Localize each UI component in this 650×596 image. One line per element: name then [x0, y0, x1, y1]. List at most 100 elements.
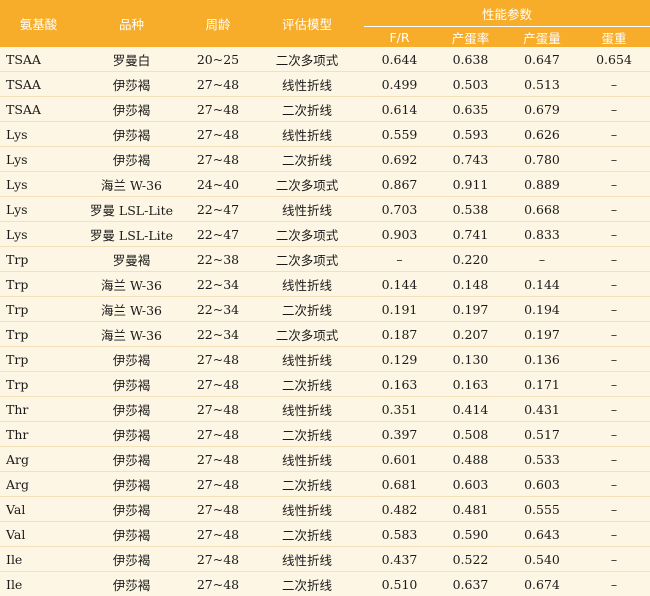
table-row: Trp伊莎褐27~48线性折线0.1290.1300.136–: [0, 347, 650, 372]
cell-amino-acid: Trp: [0, 372, 77, 397]
cell-breed: 伊莎褐: [77, 422, 186, 447]
cell-amino-acid: Lys: [0, 222, 77, 247]
cell-egg-weight: –: [578, 272, 650, 297]
cell-breed: 伊莎褐: [77, 122, 186, 147]
cell-egg-weight: 0.654: [578, 47, 650, 72]
cell-age: 22~47: [186, 222, 250, 247]
header-egg-mass: 产蛋量: [506, 27, 578, 48]
cell-breed: 伊莎褐: [77, 472, 186, 497]
cell-amino-acid: Val: [0, 522, 77, 547]
table-row: Lys伊莎褐27~48线性折线0.5590.5930.626–: [0, 122, 650, 147]
cell-model: 二次折线: [250, 372, 364, 397]
cell-fr: 0.614: [364, 97, 435, 122]
cell-age: 27~48: [186, 97, 250, 122]
cell-egg-mass: 0.171: [506, 372, 578, 397]
cell-egg-rate: 0.130: [435, 347, 506, 372]
header-fr: F/R: [364, 27, 435, 48]
cell-fr: 0.129: [364, 347, 435, 372]
cell-egg-mass: 0.431: [506, 397, 578, 422]
cell-amino-acid: Trp: [0, 272, 77, 297]
cell-amino-acid: Trp: [0, 247, 77, 272]
cell-egg-weight: –: [578, 197, 650, 222]
cell-model: 二次折线: [250, 297, 364, 322]
cell-model: 二次折线: [250, 97, 364, 122]
cell-egg-weight: –: [578, 547, 650, 572]
cell-model: 二次多项式: [250, 247, 364, 272]
table-header: 氨基酸 品种 周龄 评估模型 性能参数 F/R 产蛋率 产蛋量 蛋重: [0, 0, 650, 47]
cell-breed: 伊莎褐: [77, 397, 186, 422]
cell-age: 22~34: [186, 322, 250, 347]
table-row: Lys罗曼 LSL-Lite22~47二次多项式0.9030.7410.833–: [0, 222, 650, 247]
table-row: TSAA罗曼白20~25二次多项式0.6440.6380.6470.654: [0, 47, 650, 72]
cell-fr: 0.397: [364, 422, 435, 447]
cell-age: 27~48: [186, 497, 250, 522]
table-row: Arg伊莎褐27~48二次折线0.6810.6030.603–: [0, 472, 650, 497]
cell-egg-rate: 0.207: [435, 322, 506, 347]
cell-egg-rate: 0.593: [435, 122, 506, 147]
cell-model: 二次多项式: [250, 47, 364, 72]
table-row: Ile伊莎褐27~48二次折线0.5100.6370.674–: [0, 572, 650, 596]
cell-model: 线性折线: [250, 397, 364, 422]
cell-model: 二次折线: [250, 572, 364, 596]
cell-amino-acid: Trp: [0, 322, 77, 347]
cell-breed: 海兰 W-36: [77, 297, 186, 322]
cell-egg-weight: –: [578, 72, 650, 97]
cell-model: 线性折线: [250, 122, 364, 147]
table-row: Lys罗曼 LSL-Lite22~47线性折线0.7030.5380.668–: [0, 197, 650, 222]
cell-model: 线性折线: [250, 272, 364, 297]
cell-fr: 0.681: [364, 472, 435, 497]
cell-age: 22~38: [186, 247, 250, 272]
cell-fr: 0.482: [364, 497, 435, 522]
cell-age: 27~48: [186, 572, 250, 596]
cell-egg-rate: 0.481: [435, 497, 506, 522]
cell-egg-weight: –: [578, 147, 650, 172]
cell-model: 二次多项式: [250, 322, 364, 347]
cell-breed: 伊莎褐: [77, 547, 186, 572]
header-model: 评估模型: [250, 0, 364, 47]
cell-egg-weight: –: [578, 497, 650, 522]
cell-breed: 伊莎褐: [77, 447, 186, 472]
table-row: Trp伊莎褐27~48二次折线0.1630.1630.171–: [0, 372, 650, 397]
cell-model: 线性折线: [250, 547, 364, 572]
cell-egg-rate: 0.522: [435, 547, 506, 572]
cell-fr: 0.510: [364, 572, 435, 596]
cell-egg-weight: –: [578, 447, 650, 472]
cell-egg-mass: 0.674: [506, 572, 578, 596]
cell-breed: 伊莎褐: [77, 522, 186, 547]
cell-breed: 罗曼 LSL-Lite: [77, 222, 186, 247]
cell-breed: 伊莎褐: [77, 372, 186, 397]
cell-egg-rate: 0.197: [435, 297, 506, 322]
cell-model: 二次折线: [250, 472, 364, 497]
cell-breed: 罗曼褐: [77, 247, 186, 272]
table-row: Arg伊莎褐27~48线性折线0.6010.4880.533–: [0, 447, 650, 472]
cell-age: 27~48: [186, 122, 250, 147]
cell-egg-rate: 0.741: [435, 222, 506, 247]
cell-age: 27~48: [186, 422, 250, 447]
cell-fr: 0.644: [364, 47, 435, 72]
cell-amino-acid: Lys: [0, 197, 77, 222]
header-amino-acid: 氨基酸: [0, 0, 77, 47]
cell-age: 27~48: [186, 397, 250, 422]
cell-egg-weight: –: [578, 322, 650, 347]
table-row: Trp海兰 W-3622~34二次折线0.1910.1970.194–: [0, 297, 650, 322]
cell-breed: 海兰 W-36: [77, 272, 186, 297]
cell-egg-rate: 0.488: [435, 447, 506, 472]
cell-egg-weight: –: [578, 247, 650, 272]
cell-egg-weight: –: [578, 572, 650, 596]
cell-egg-mass: 0.626: [506, 122, 578, 147]
cell-egg-mass: 0.668: [506, 197, 578, 222]
cell-amino-acid: Thr: [0, 397, 77, 422]
cell-breed: 伊莎褐: [77, 97, 186, 122]
cell-amino-acid: Thr: [0, 422, 77, 447]
cell-age: 27~48: [186, 147, 250, 172]
cell-fr: 0.163: [364, 372, 435, 397]
cell-model: 线性折线: [250, 497, 364, 522]
cell-egg-mass: 0.603: [506, 472, 578, 497]
table-row: TSAA伊莎褐27~48二次折线0.6140.6350.679–: [0, 97, 650, 122]
table-row: Val伊莎褐27~48二次折线0.5830.5900.643–: [0, 522, 650, 547]
cell-model: 线性折线: [250, 447, 364, 472]
cell-egg-mass: 0.194: [506, 297, 578, 322]
cell-egg-weight: –: [578, 122, 650, 147]
cell-amino-acid: Ile: [0, 572, 77, 596]
cell-egg-mass: 0.555: [506, 497, 578, 522]
